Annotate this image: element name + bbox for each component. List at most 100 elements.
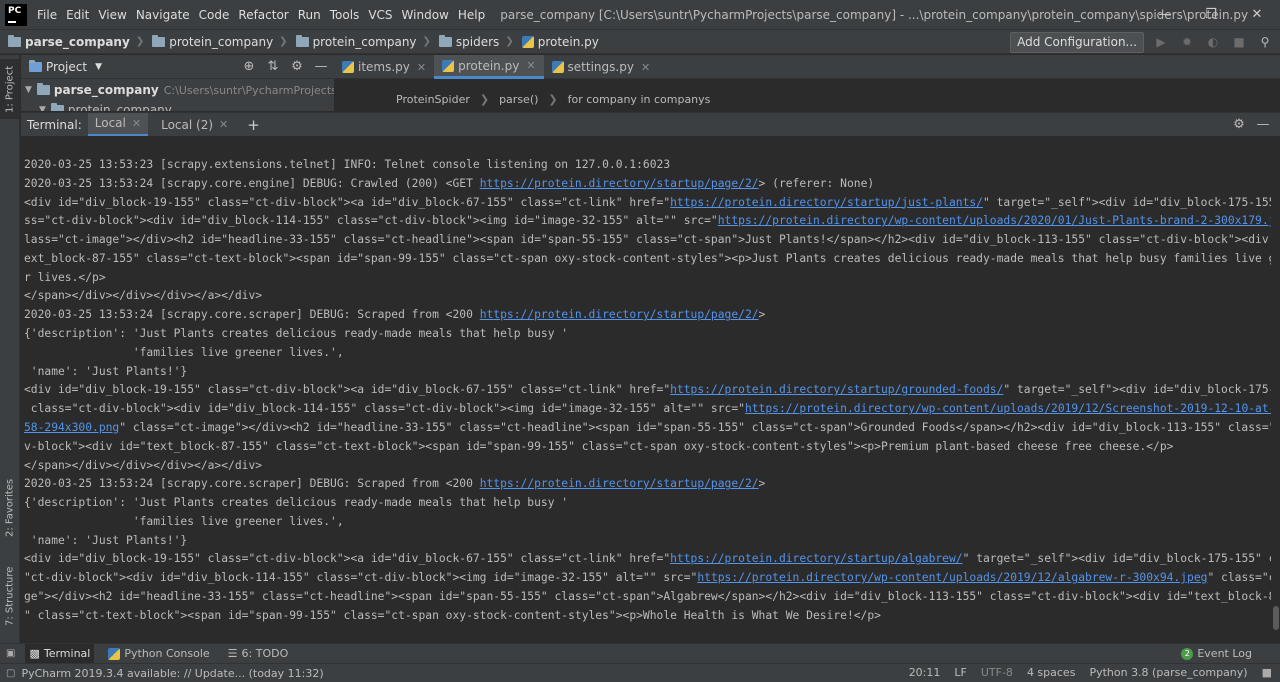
menu-navigate[interactable]: Navigate	[136, 8, 196, 22]
terminal-link[interactable]: https://protein.directory/wp-content/upl…	[718, 214, 1271, 227]
terminal-line: 'name': 'Just Plants!'}	[24, 532, 1271, 551]
folder-icon	[438, 34, 452, 47]
locate-icon[interactable]: ⊕	[240, 59, 258, 75]
tree-root-item[interactable]: ▼ parse_company C:\Users\suntr\PycharmPr…	[25, 80, 334, 100]
caret-position[interactable]: 20:11	[909, 666, 941, 679]
folder-icon	[50, 103, 64, 111]
terminal-text: ss="ct-div-block"><div id="div_block-114…	[24, 214, 718, 228]
terminal-line: 2020-03-25 13:53:24 [scrapy.core.scraper…	[24, 475, 1271, 494]
gear-icon[interactable]: ⚙	[288, 59, 306, 75]
breadcrumb-spiders[interactable]: spiders ❯	[438, 34, 514, 49]
event-log-tool-tab[interactable]: 2 Event Log	[1181, 647, 1252, 660]
run-icon[interactable]: ▶	[1152, 34, 1170, 50]
crumb-class[interactable]: ProteinSpider	[396, 93, 470, 106]
indent-setting[interactable]: 4 spaces	[1027, 666, 1076, 679]
debug-icon[interactable]: ✹	[1178, 34, 1196, 50]
terminal-text: 'families live greener lives.',	[24, 514, 344, 528]
terminal-tab-local-2[interactable]: Local (2) ✕	[154, 113, 235, 137]
menu-run[interactable]: Run	[298, 8, 327, 22]
project-tool-tab[interactable]: 1: Project	[0, 59, 20, 119]
menu-view[interactable]: View	[98, 8, 132, 22]
structure-tool-tab[interactable]: 7: Structure	[0, 561, 20, 631]
restore-icon[interactable]: ❐	[1188, 0, 1234, 29]
collapse-all-icon[interactable]: ⇅	[264, 59, 282, 75]
hide-icon[interactable]: —	[312, 59, 330, 75]
terminal-link[interactable]: https://protein.directory/startup/ground…	[670, 383, 1003, 396]
tab-items-py[interactable]: items.py ✕	[334, 55, 434, 79]
file-encoding[interactable]: UTF-8	[981, 666, 1013, 679]
lock-icon[interactable]: ■	[1262, 666, 1272, 679]
tab-settings-py[interactable]: settings.py ✕	[544, 55, 659, 79]
close-icon[interactable]: ✕	[417, 61, 426, 74]
terminal-text: " class="ct-text-block"><span id="span-9…	[24, 608, 881, 622]
breadcrumb-parse-company[interactable]: parse_company ❯	[8, 34, 144, 49]
python-file-icon	[442, 59, 455, 72]
menu-refactor[interactable]: Refactor	[238, 8, 294, 22]
terminal-link[interactable]: https://protein.directory/startup/page/2…	[480, 477, 759, 490]
layout-icon[interactable]: ▣	[6, 648, 15, 659]
crumb-method[interactable]: parse()	[499, 93, 538, 106]
project-view-selector[interactable]: Project ▼	[29, 59, 102, 74]
minimize-icon[interactable]: —	[1142, 0, 1188, 29]
breadcrumb-protein-company-inner[interactable]: protein_company ❯	[295, 34, 431, 49]
terminal-link[interactable]: https://protein.directory/startup/just-p…	[670, 196, 983, 209]
terminal-text: >	[758, 477, 766, 491]
add-configuration-button[interactable]: Add Configuration...	[1010, 32, 1144, 53]
tab-protein-py[interactable]: protein.py ✕	[434, 55, 544, 79]
terminal-scrollbar[interactable]	[1272, 136, 1280, 642]
menu-vcs[interactable]: VCS	[368, 8, 398, 22]
add-terminal-icon[interactable]: +	[247, 116, 260, 134]
gear-icon[interactable]: ⚙	[1230, 117, 1248, 133]
close-icon[interactable]: ✕	[526, 59, 535, 72]
terminal-line: {'description': 'Just Plants creates del…	[24, 494, 1271, 513]
terminal-text: {'description': 'Just Plants creates del…	[24, 327, 569, 341]
list-icon: ☰	[227, 647, 238, 660]
terminal-text: <div id="div_block-19-155" class="ct-div…	[24, 383, 671, 397]
python-interpreter[interactable]: Python 3.8 (parse_company)	[1089, 666, 1247, 679]
coverage-icon[interactable]: ◐	[1204, 34, 1222, 50]
close-icon[interactable]: ✕	[219, 118, 228, 131]
stop-icon[interactable]: ■	[1230, 34, 1248, 50]
menu-tools[interactable]: Tools	[330, 8, 366, 22]
close-icon[interactable]: ✕	[132, 117, 141, 130]
close-icon[interactable]: ✕	[1234, 0, 1280, 29]
terminal-line: ss="ct-div-block"><div id="div_block-114…	[24, 212, 1271, 231]
menu-help[interactable]: Help	[458, 8, 491, 22]
breadcrumb-protein-py[interactable]: protein.py	[521, 35, 599, 49]
terminal-link[interactable]: https://protein.directory/wp-content/upl…	[697, 571, 1207, 584]
terminal-link[interactable]: https://protein.directory/startup/algabr…	[670, 552, 962, 565]
tree-child-item[interactable]: ▼ protein_company	[39, 100, 172, 111]
status-message[interactable]: ▢ PyCharm 2019.3.4 available: // Update.…	[6, 667, 324, 680]
chevron-right-icon: ❯	[479, 93, 490, 106]
terminal-tab-local[interactable]: Local ✕	[87, 112, 149, 137]
menu-edit[interactable]: Edit	[66, 8, 95, 22]
menu-window[interactable]: Window	[402, 8, 455, 22]
terminal-text: 2020-03-25 13:53:23 [scrapy.extensions.t…	[24, 158, 671, 171]
terminal-link[interactable]: 58-294x300.png	[24, 421, 119, 434]
menu-code[interactable]: Code	[199, 8, 236, 22]
terminal-tool-tab[interactable]: ▩ Terminal	[25, 643, 95, 664]
terminal-text: " target="_self"><div id="div_block-175-…	[962, 552, 1271, 566]
terminal-link[interactable]: https://protein.directory/startup/page/2…	[480, 308, 759, 321]
python-console-tool-tab[interactable]: Python Console	[104, 644, 213, 664]
close-icon[interactable]: ✕	[641, 61, 650, 74]
project-panel-header: Project ▼ ⊕ ⇅ ⚙ —	[21, 55, 334, 79]
favorites-tool-tab[interactable]: 2: Favorites	[0, 473, 20, 543]
terminal-output[interactable]: 2020-03-25 13:53:23 [scrapy.extensions.t…	[21, 136, 1271, 642]
scrollbar-thumb[interactable]	[1273, 606, 1279, 630]
navigation-bar: parse_company ❯ protein_company ❯ protein_…	[0, 29, 1280, 54]
line-separator[interactable]: LF	[954, 666, 966, 679]
terminal-line: <div id="div_block-19-155" class="ct-div…	[24, 194, 1271, 213]
folder-icon	[295, 34, 309, 47]
hide-icon[interactable]: —	[1254, 117, 1272, 133]
menu-file[interactable]: File	[37, 8, 63, 22]
breadcrumb-protein-company[interactable]: protein_company ❯	[152, 34, 288, 49]
terminal-icon: ▩	[29, 647, 40, 660]
terminal-text: <div id="div_block-19-155" class="ct-div…	[24, 552, 671, 566]
terminal-link[interactable]: https://protein.directory/wp-content/upl…	[745, 402, 1271, 415]
terminal-line: r lives.</p>	[24, 269, 1271, 288]
crumb-loop[interactable]: for company in companys	[568, 93, 711, 106]
search-everywhere-icon[interactable]: ⚲	[1256, 34, 1274, 50]
todo-tool-tab[interactable]: ☰ 6: TODO	[224, 644, 293, 664]
terminal-link[interactable]: https://protein.directory/startup/page/2…	[480, 177, 759, 190]
